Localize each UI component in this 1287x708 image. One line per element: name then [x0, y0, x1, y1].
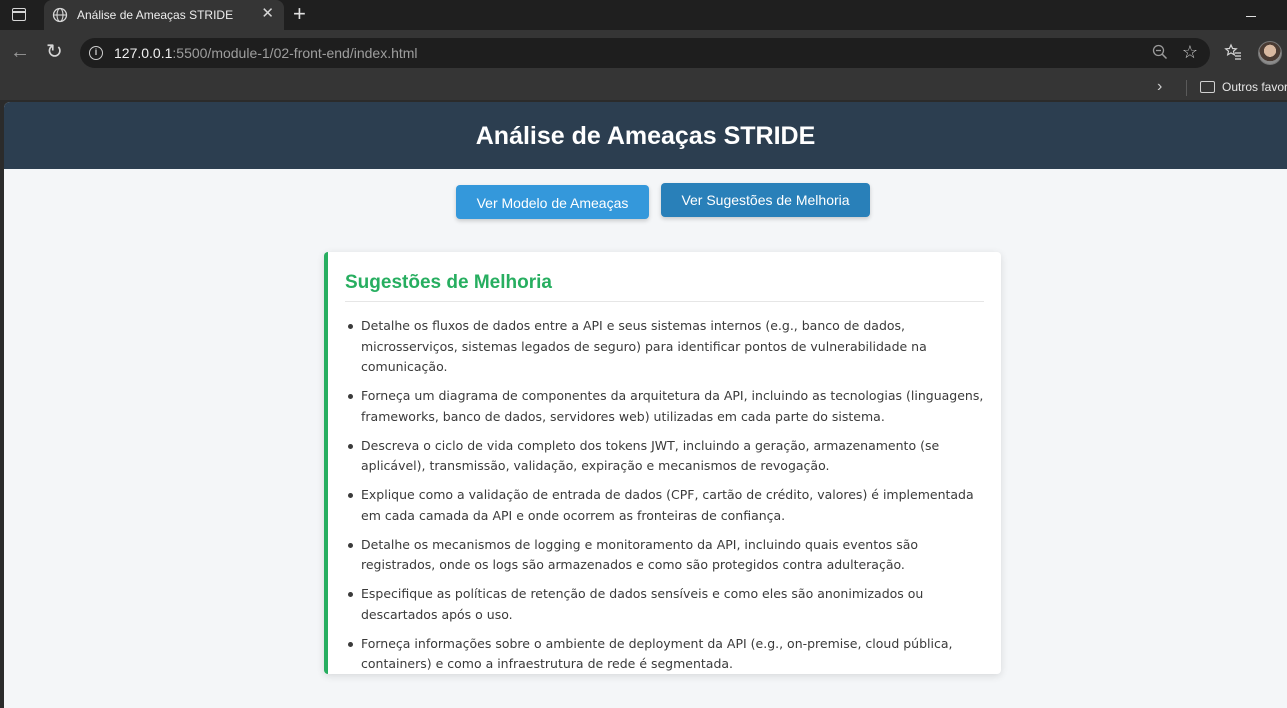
site-info-icon[interactable]: i: [89, 46, 103, 60]
reload-icon[interactable]: ↻: [46, 42, 63, 62]
heading-divider: [345, 301, 984, 302]
browser-toolbar: ← ↻ i 127.0.0.1:5500/module-1/02-front-e…: [0, 30, 1287, 76]
list-item: Explique como a validação de entrada de …: [345, 485, 990, 526]
profile-avatar[interactable]: [1258, 41, 1282, 65]
bookmarks-divider: [1186, 80, 1187, 96]
list-item: Detalhe os mecanismos de logging e monit…: [345, 535, 990, 576]
bookmarks-folder-other[interactable]: Outros favoritos: [1222, 80, 1287, 94]
back-icon[interactable]: ←: [10, 42, 30, 62]
list-item: Forneça um diagrama de componentes da ar…: [345, 386, 990, 427]
browser-tab-strip: Análise de Ameaças STRIDE ✕ +: [0, 0, 1287, 30]
star-icon[interactable]: ☆: [1182, 42, 1198, 63]
favorites-icon[interactable]: [1224, 43, 1242, 61]
suggestions-card: Sugestões de Melhoria Detalhe os fluxos …: [324, 252, 1001, 674]
view-threat-model-button[interactable]: Ver Modelo de Ameaças: [456, 185, 649, 219]
url-text[interactable]: 127.0.0.1:5500/module-1/02-front-end/ind…: [114, 45, 418, 61]
close-icon[interactable]: ✕: [261, 6, 274, 22]
zoom-icon[interactable]: [1152, 44, 1168, 60]
list-item: Detalhe os fluxos de dados entre a API e…: [345, 316, 990, 378]
suggestions-heading: Sugestões de Melhoria: [345, 272, 552, 293]
view-suggestions-button[interactable]: Ver Sugestões de Melhoria: [661, 183, 870, 217]
chevron-right-icon[interactable]: ›: [1157, 78, 1162, 96]
list-item: Especifique as políticas de retenção de …: [345, 584, 990, 625]
list-item: Forneça informações sobre o ambiente de …: [345, 634, 990, 675]
minimize-icon[interactable]: [1246, 16, 1256, 17]
page-viewport: Análise de Ameaças STRIDE Ver Modelo de …: [4, 102, 1287, 708]
globe-icon: [52, 7, 68, 23]
folder-icon: [1200, 81, 1215, 93]
address-bar[interactable]: i 127.0.0.1:5500/module-1/02-front-end/i…: [80, 38, 1210, 68]
window-icon[interactable]: [12, 8, 26, 21]
browser-tab[interactable]: Análise de Ameaças STRIDE ✕: [44, 0, 284, 30]
suggestions-list: Detalhe os fluxos de dados entre a API e…: [345, 316, 990, 683]
tab-title: Análise de Ameaças STRIDE: [77, 8, 234, 22]
page-header: Análise de Ameaças STRIDE: [4, 102, 1287, 169]
page-title: Análise de Ameaças STRIDE: [475, 122, 816, 150]
list-item: Descreva o ciclo de vida completo dos to…: [345, 436, 990, 477]
new-tab-icon[interactable]: +: [293, 3, 306, 25]
bookmarks-bar: › Outros favoritos: [0, 76, 1287, 100]
